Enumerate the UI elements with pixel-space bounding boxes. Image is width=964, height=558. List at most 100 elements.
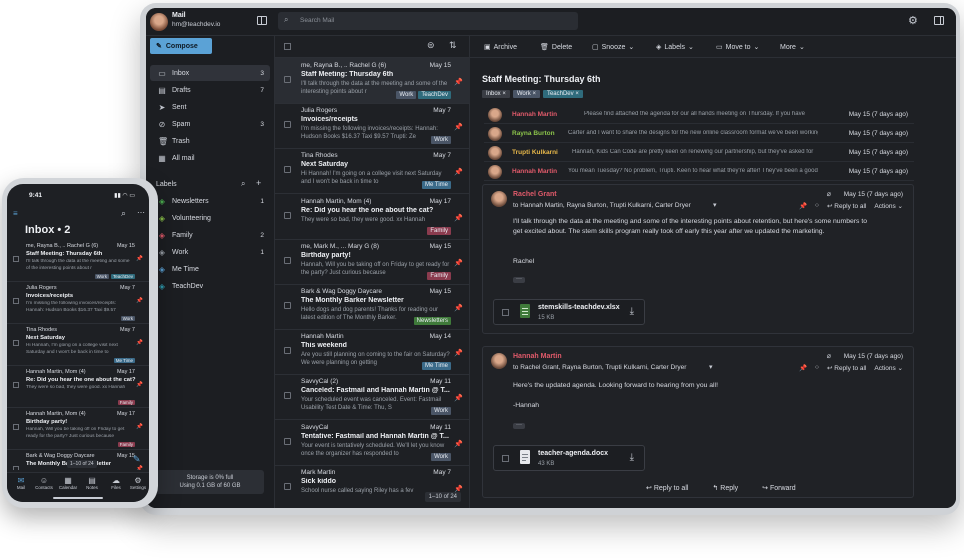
actions-button[interactable]: Actions ⌄ bbox=[874, 364, 903, 372]
pin-icon[interactable]: 📌 bbox=[454, 349, 463, 357]
email-checkbox[interactable] bbox=[284, 76, 291, 83]
archive-button[interactable]: ▣ Archive bbox=[484, 43, 517, 52]
sidebar-item-work[interactable]: ◈ Work 1 bbox=[150, 244, 270, 260]
email-checkbox[interactable] bbox=[284, 392, 291, 400]
email-checkbox[interactable] bbox=[284, 211, 291, 219]
thread-row[interactable]: Trupti Kulkarni Hannah, Kids Can Code ar… bbox=[484, 144, 914, 162]
sidebar-item-newsletters[interactable]: ◈ Newsletters 1 bbox=[150, 193, 270, 209]
thread-row[interactable]: Hannah Martin Please find attached the a… bbox=[484, 106, 914, 124]
pin-icon[interactable]: 📌 bbox=[136, 256, 143, 262]
close-icon[interactable]: × bbox=[575, 91, 579, 97]
email-row[interactable]: Hannah Martin May 14 This weekend Are you s… bbox=[275, 329, 471, 376]
sidebar-item-volunteering[interactable]: ◈ Volunteering bbox=[150, 210, 270, 226]
email-row[interactable]: Bark & Wag Doggy Daycare May 15 The Monthl… bbox=[275, 284, 471, 330]
email-checkbox[interactable] bbox=[13, 340, 19, 346]
email-row[interactable]: Tina Rhodes May 7 Next Saturday Hi Hannah, … bbox=[7, 324, 149, 366]
sidebar-item-sent[interactable]: ➤ Sent bbox=[150, 99, 270, 115]
pin-icon[interactable]: 📌 bbox=[454, 214, 463, 222]
pin-icon[interactable]: 📌 bbox=[136, 424, 143, 430]
close-icon[interactable]: × bbox=[532, 91, 536, 97]
email-row[interactable]: Tina Rhodes May 7 Next Saturday Hi Hannah! … bbox=[275, 148, 471, 195]
close-icon[interactable]: × bbox=[502, 91, 506, 97]
chevron-down-icon[interactable]: ▾ bbox=[713, 201, 717, 209]
search-labels-icon[interactable]: ⌕ bbox=[241, 179, 245, 189]
pin-icon[interactable]: 📌 bbox=[454, 304, 463, 312]
tab-notes[interactable]: ▤ Notes bbox=[79, 476, 105, 490]
unread-toggle-icon[interactable]: ○ bbox=[815, 202, 819, 210]
panel-toggle-icon[interactable] bbox=[934, 16, 944, 25]
email-row[interactable]: me, Rayna B., .. Rachel G (6) May 15 Staff… bbox=[275, 58, 471, 104]
email-row[interactable]: Hannah Martin, Mom (4) May 17 Birthday par… bbox=[7, 408, 149, 450]
attachment-card[interactable]: stemskills-teachdev.xlsx 15 KB ⤓ bbox=[493, 299, 645, 325]
email-checkbox[interactable] bbox=[284, 166, 291, 174]
sidebar-item-all-mail[interactable]: ▦ All mail bbox=[150, 150, 270, 166]
chevron-down-icon[interactable]: ▾ bbox=[709, 363, 713, 371]
attachment-checkbox[interactable] bbox=[502, 309, 509, 316]
more-button[interactable]: More ⌄ bbox=[780, 43, 805, 52]
pin-icon[interactable]: 📌 bbox=[454, 259, 463, 267]
thread-row[interactable]: Hannah Martin You mean Tuesday? No probl… bbox=[484, 163, 914, 181]
email-row[interactable]: Julia Rogers May 7 Invoices/receipts I'm mi… bbox=[275, 103, 471, 150]
reply-all-button[interactable]: ↩ Reply to all bbox=[646, 484, 688, 492]
email-checkbox[interactable] bbox=[13, 466, 19, 470]
pin-icon[interactable]: 📌 bbox=[136, 382, 143, 388]
attachment-checkbox[interactable] bbox=[502, 455, 509, 462]
reply-all-button[interactable]: ↩ Reply to all bbox=[827, 202, 866, 210]
menu-icon[interactable]: ≡ bbox=[13, 209, 18, 218]
sidebar-item-trash[interactable]: 🗑 Trash bbox=[150, 133, 270, 149]
email-checkbox[interactable] bbox=[284, 437, 291, 445]
search-icon[interactable]: ⌕ bbox=[121, 208, 126, 219]
snooze-button[interactable]: ▢ Snooze ⌄ bbox=[592, 43, 634, 52]
sidebar-item-me-time[interactable]: ◈ Me Time bbox=[150, 261, 270, 277]
download-icon[interactable]: ⤓ bbox=[630, 306, 634, 317]
pin-icon[interactable]: 📌 bbox=[454, 168, 463, 176]
sidebar-item-drafts[interactable]: ▤ Drafts 7 bbox=[150, 82, 270, 98]
pin-icon[interactable]: 📌 bbox=[136, 466, 143, 470]
actions-button[interactable]: Actions ⌄ bbox=[874, 202, 903, 210]
label-chip[interactable]: Inbox × bbox=[482, 90, 510, 98]
email-checkbox[interactable] bbox=[284, 347, 291, 355]
sidebar-item-spam[interactable]: ⊘ Spam 3 bbox=[150, 116, 270, 132]
label-chip[interactable]: TeachDev × bbox=[542, 90, 583, 98]
pin-icon[interactable]: 📌 bbox=[799, 364, 807, 372]
email-row[interactable]: Julia Rogers May 7 Invoices/receipts I'm mi… bbox=[7, 282, 149, 324]
pin-icon[interactable]: 📌 bbox=[454, 394, 463, 402]
email-row[interactable]: me, Rayna B., .. Rachel G (6) May 15 Staff… bbox=[7, 240, 149, 282]
tab-contacts[interactable]: ☺ Contacts bbox=[31, 476, 57, 490]
pin-icon[interactable]: 📌 bbox=[799, 202, 807, 210]
email-checkbox[interactable] bbox=[13, 256, 19, 262]
email-checkbox[interactable] bbox=[13, 424, 19, 430]
sort-icon[interactable]: ⇅ bbox=[449, 40, 457, 51]
delete-button[interactable]: 🗑 Delete bbox=[540, 43, 572, 52]
sidebar-item-inbox[interactable]: ▭ Inbox 3 bbox=[150, 65, 270, 81]
pin-icon[interactable]: 📌 bbox=[454, 440, 463, 448]
email-checkbox[interactable] bbox=[13, 298, 19, 304]
pin-icon[interactable]: 📌 bbox=[454, 123, 463, 131]
sidebar-item-teachdev[interactable]: ◈ TeachDev bbox=[150, 278, 270, 294]
search-input[interactable]: Search Mail bbox=[300, 17, 334, 24]
labels-button[interactable]: ◈ Labels ⌄ bbox=[656, 43, 694, 52]
unread-toggle-icon[interactable]: ○ bbox=[815, 364, 819, 372]
email-row[interactable]: me, Mark M., ... Mary G (8) May 15 Birthda… bbox=[275, 239, 471, 285]
tab-settings[interactable]: ⚙ Settings bbox=[125, 476, 149, 490]
email-checkbox[interactable] bbox=[13, 382, 19, 388]
email-checkbox[interactable] bbox=[284, 256, 291, 264]
reply-all-button[interactable]: ↩ Reply to all bbox=[827, 364, 866, 372]
pin-icon[interactable]: 📌 bbox=[136, 340, 143, 346]
thread-row[interactable]: Rayna Burton Carter and I want to share … bbox=[484, 125, 914, 143]
mobile-compose-icon[interactable]: ✎ bbox=[133, 454, 141, 465]
add-label-icon[interactable]: + bbox=[256, 178, 261, 188]
attachment-card[interactable]: teacher-agenda.docx 43 KB ⤓ bbox=[493, 445, 645, 471]
compose-button[interactable]: ✎ Compose bbox=[150, 38, 212, 54]
forward-button[interactable]: ↪ Forward bbox=[762, 484, 796, 492]
sidebar-item-family[interactable]: ◈ Family 2 bbox=[150, 227, 270, 243]
reply-button[interactable]: ↰ Reply bbox=[712, 484, 738, 492]
email-row[interactable]: SavvyCal (2) May 11 Canceled: Fastmail and… bbox=[275, 374, 471, 421]
select-all-checkbox[interactable] bbox=[284, 43, 291, 50]
email-checkbox[interactable] bbox=[284, 302, 291, 309]
sidebar-toggle-icon[interactable] bbox=[257, 16, 267, 25]
pin-icon[interactable]: 📌 bbox=[136, 298, 143, 304]
search-bar[interactable]: ⌕ Search Mail bbox=[278, 12, 578, 30]
account-avatar[interactable] bbox=[150, 13, 168, 31]
show-quoted-button[interactable]: ··· bbox=[513, 422, 525, 429]
